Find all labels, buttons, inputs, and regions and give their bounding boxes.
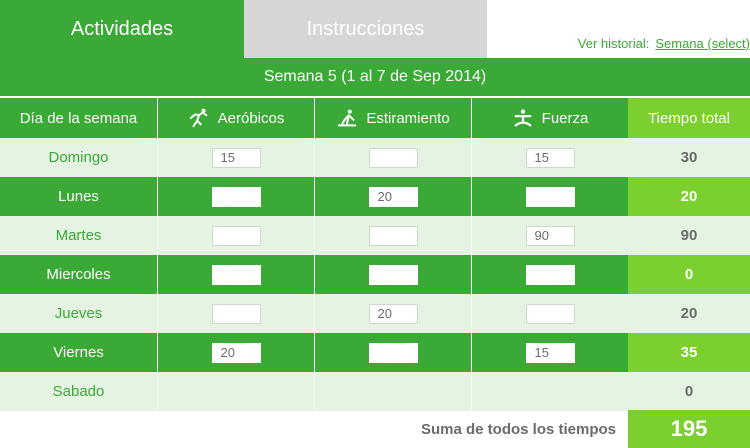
stretch-input[interactable]: [368, 264, 418, 285]
header-strength: Fuerza: [471, 98, 628, 138]
strength-cell: 15: [471, 333, 628, 372]
strength-cell: [471, 255, 628, 294]
total-time-cell: 35: [628, 333, 750, 372]
stretch-input[interactable]: [368, 342, 418, 363]
header-stretch-label: Estiramiento: [366, 109, 450, 127]
history-label: Ver historial:: [577, 36, 650, 51]
aerobic-input[interactable]: [211, 303, 261, 324]
aerobic-cell: [157, 255, 314, 294]
stretch-input[interactable]: 20: [368, 186, 418, 207]
total-time-cell: 20: [628, 294, 750, 333]
aerobic-cell: 15: [157, 138, 314, 177]
aerobic-cell: [157, 294, 314, 333]
day-label: Sabado: [52, 383, 105, 400]
stretch-cell: [314, 255, 471, 294]
strength-cell: [471, 177, 628, 216]
tab-bar: Actividades Instrucciones Ver historial:…: [0, 0, 750, 58]
runner-icon: [189, 108, 207, 128]
total-time-cell: 20: [628, 177, 750, 216]
aerobic-input[interactable]: [211, 225, 261, 246]
day-label: Lunes: [58, 188, 99, 205]
stretch-input[interactable]: 20: [368, 303, 418, 324]
day-label: Martes: [55, 227, 102, 244]
history-selector: Ver historial: Semana (select): [578, 36, 750, 51]
strength-input[interactable]: 15: [525, 147, 575, 168]
day-label: Miercoles: [46, 266, 111, 283]
header-aerobic: Aeróbicos: [157, 98, 314, 138]
total-time-cell: 30: [628, 138, 750, 177]
sum-label: Suma de todos los tiempos: [420, 420, 616, 438]
tab-actividades[interactable]: Actividades: [0, 0, 244, 58]
aerobic-cell: [157, 372, 314, 411]
header-day-label: Día de la semana: [19, 109, 138, 127]
header-stretch: Estiramiento: [314, 98, 471, 138]
strength-cell: [471, 294, 628, 333]
strength-input[interactable]: 90: [525, 225, 575, 246]
strength-input[interactable]: [525, 264, 575, 285]
table-row: Lunes 20 20: [0, 177, 750, 216]
aerobic-input[interactable]: [211, 186, 261, 207]
aerobic-cell: [157, 216, 314, 255]
table-row: Jueves 20 20: [0, 294, 750, 333]
table-row: Viernes 20 15 35: [0, 333, 750, 372]
table-row: Sabado 0: [0, 372, 750, 411]
aerobic-cell: [157, 177, 314, 216]
strength-cell: 90: [471, 216, 628, 255]
aerobic-cell: 20: [157, 333, 314, 372]
activity-table-body: Domingo 15 15 30 Lunes 20 20 Martes 90 9…: [0, 138, 750, 411]
aerobic-input[interactable]: 15: [211, 147, 261, 168]
stretch-cell: [314, 216, 471, 255]
header-day: Día de la semana: [0, 98, 157, 138]
table-row: Domingo 15 15 30: [0, 138, 750, 177]
day-label: Viernes: [53, 344, 104, 361]
strength-cell: [471, 372, 628, 411]
stretch-input[interactable]: [368, 147, 418, 168]
header-total: Tiempo total: [628, 98, 750, 138]
total-time-cell: 0: [628, 372, 750, 411]
strength-input[interactable]: [525, 303, 575, 324]
stretch-input[interactable]: [368, 225, 418, 246]
table-header: Día de la semana Aeróbicos Estiramiento …: [0, 98, 750, 138]
sum-value: 195: [628, 410, 750, 448]
aerobic-input[interactable]: [211, 264, 261, 285]
tab-instrucciones[interactable]: Instrucciones: [244, 0, 487, 58]
stretch-icon: [338, 109, 357, 127]
stretch-cell: 20: [314, 294, 471, 333]
day-label: Domingo: [48, 149, 109, 166]
aerobic-input[interactable]: 20: [211, 342, 261, 363]
weightlifter-icon: [514, 109, 532, 127]
header-aerobic-label: Aeróbicos: [217, 109, 285, 127]
strength-input[interactable]: 15: [525, 342, 575, 363]
stretch-cell: [314, 333, 471, 372]
header-strength-label: Fuerza: [541, 109, 589, 127]
strength-cell: 15: [471, 138, 628, 177]
header-total-label: Tiempo total: [648, 109, 730, 127]
total-time-cell: 0: [628, 255, 750, 294]
total-time-cell: 90: [628, 216, 750, 255]
week-title: Semana 5 (1 al 7 de Sep 2014): [0, 58, 750, 96]
week-select-link[interactable]: Semana (select): [655, 36, 750, 51]
stretch-cell: 20: [314, 177, 471, 216]
table-row: Martes 90 90: [0, 216, 750, 255]
day-label: Jueves: [54, 305, 103, 322]
stretch-cell: [314, 138, 471, 177]
table-row: Miercoles 0: [0, 255, 750, 294]
stretch-cell: [314, 372, 471, 411]
strength-input[interactable]: [525, 186, 575, 207]
